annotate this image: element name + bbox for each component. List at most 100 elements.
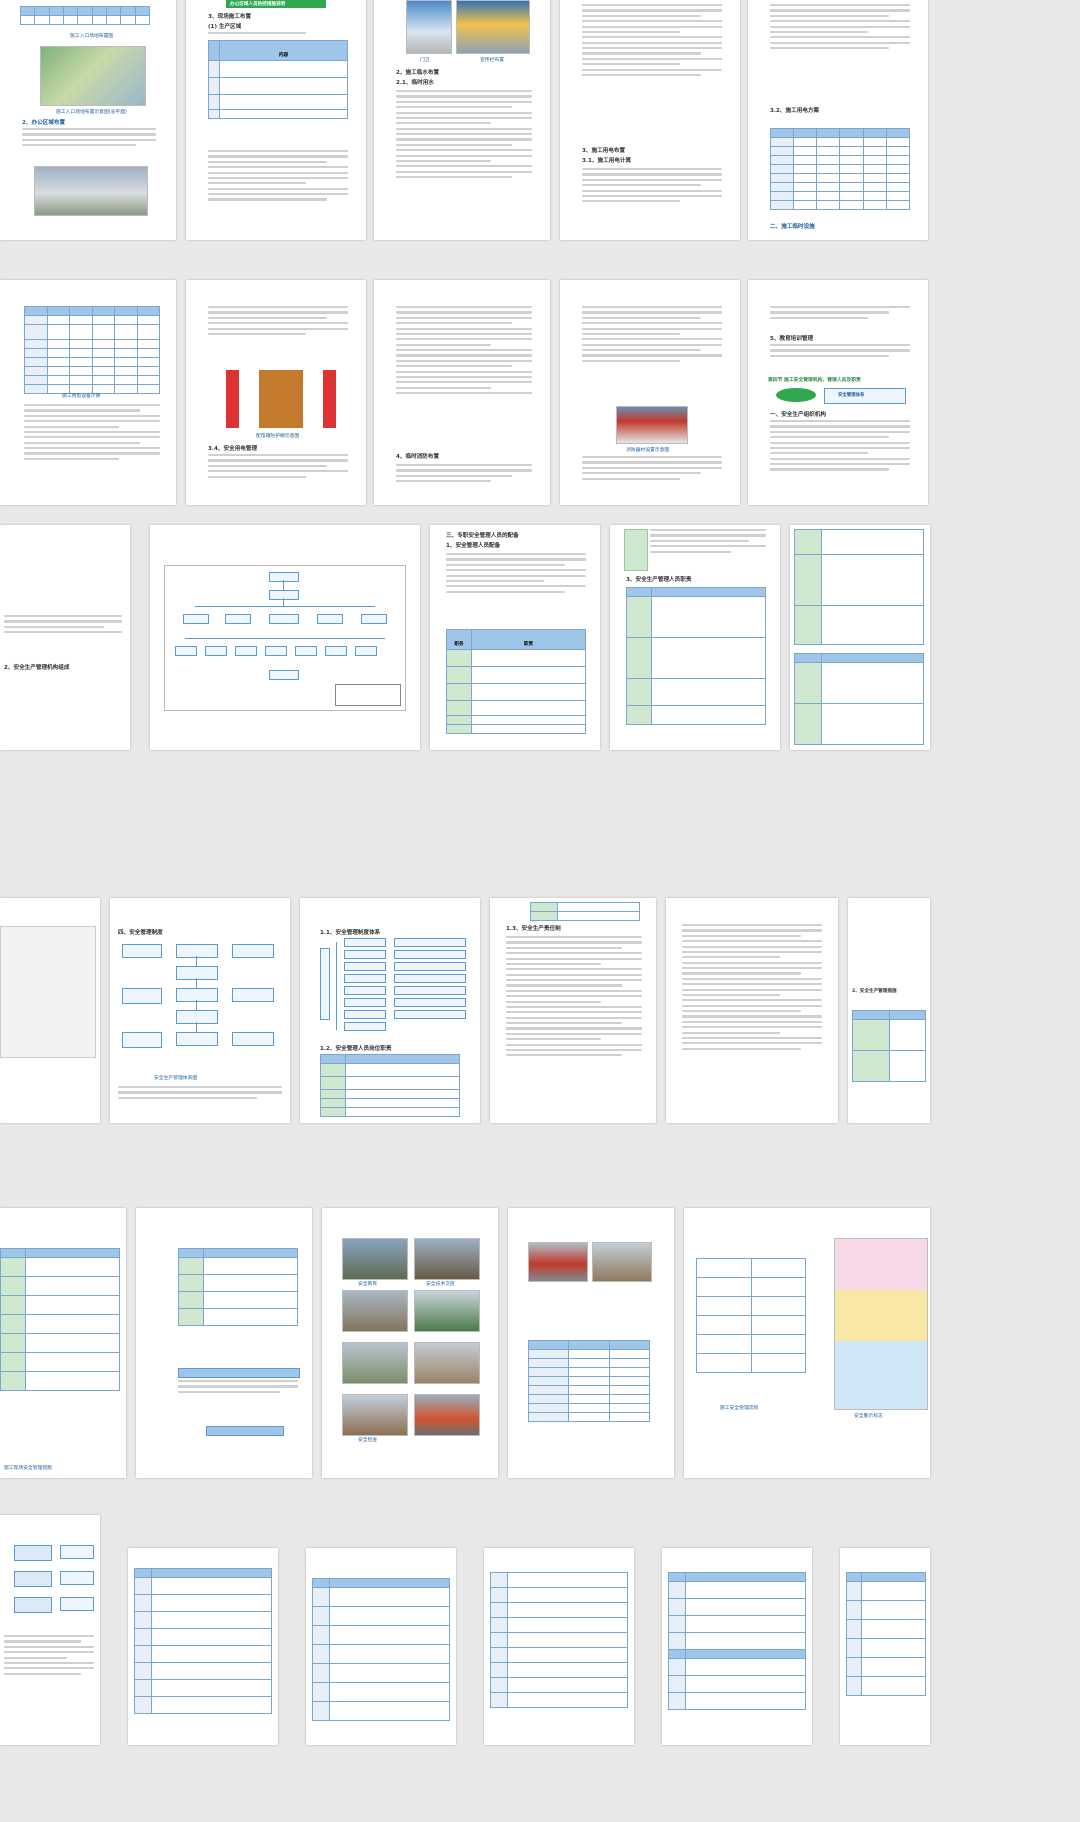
document-page-22: 施工现场安全管理措施 xyxy=(0,1208,126,1478)
flow-box xyxy=(176,944,218,958)
tree-node xyxy=(344,950,386,959)
load-table xyxy=(24,306,160,394)
site-photo xyxy=(414,1238,480,1280)
flow-box xyxy=(14,1545,52,1561)
flow-connector xyxy=(196,1000,197,1010)
page-caption: 宣传栏布置 xyxy=(480,58,504,63)
page-text xyxy=(208,454,348,500)
tree-connector xyxy=(336,942,337,1030)
page-heading: 2、安全生产管理措施 xyxy=(852,989,897,994)
page-text xyxy=(582,456,722,500)
document-page-10: 5、教育培训管理 第四节 施工安全管理机构、管理人员及职责 安全管理体系 一、安… xyxy=(748,280,928,505)
page-heading: 三、专职安全管理人员的配备 xyxy=(446,533,519,539)
page-heading: 3、安全生产管理人员职责 xyxy=(626,577,692,583)
page-caption: 施工现场安全管理措施 xyxy=(4,1466,52,1471)
tree-root xyxy=(320,948,330,1020)
tree-diagram xyxy=(320,938,470,1038)
flow-box xyxy=(14,1597,52,1613)
site-photo xyxy=(342,1290,408,1332)
tree-node xyxy=(344,962,386,971)
list-table xyxy=(846,1572,926,1696)
org-box xyxy=(225,614,251,624)
page-subheading: 二、施工临时设施 xyxy=(770,224,815,230)
page-caption: 安全生产管理体系图 xyxy=(154,1076,198,1081)
document-page-13: 三、专职安全管理人员的配备 1、安全管理人员配备 职务 职责 xyxy=(430,525,600,750)
document-page-19: 1.3、安全生产责任制 xyxy=(490,898,656,1123)
page-heading: 4、临时消防布置 xyxy=(396,454,440,460)
org-connector xyxy=(283,598,284,606)
page-text xyxy=(208,150,348,230)
org-box xyxy=(269,670,299,680)
flow-box xyxy=(60,1597,94,1611)
page-text xyxy=(770,4,910,84)
document-page-8: 4、临时消防布置 xyxy=(374,280,550,505)
flow-box xyxy=(232,1032,274,1046)
org-box xyxy=(269,614,299,624)
page-subheading: 1.2、安全管理人员岗位职责 xyxy=(320,1046,392,1052)
org-box xyxy=(325,646,347,656)
page-text xyxy=(118,1086,282,1120)
page-heading: 3.4、安全用电管理 xyxy=(208,446,258,452)
page-heading: 3.2、施工用电方案 xyxy=(770,108,820,114)
document-page-26: 施工安全管理流程 安全警示标志 xyxy=(684,1208,930,1478)
org-connector xyxy=(185,638,385,639)
page-table xyxy=(19,6,151,25)
flow-chart xyxy=(118,940,282,1070)
list-table xyxy=(134,1568,272,1714)
process-table xyxy=(696,1258,806,1373)
page-text xyxy=(396,464,532,500)
site-photo xyxy=(414,1290,480,1332)
flow-box xyxy=(176,1010,218,1024)
page-text xyxy=(582,4,722,120)
title-block xyxy=(335,684,401,706)
page-caption: 安全技术交底 xyxy=(426,1282,455,1287)
document-page-4: 3、施工用电布置 3.1、施工用电计算 xyxy=(560,0,740,240)
document-page-20 xyxy=(666,898,838,1123)
page-text xyxy=(396,90,532,230)
page-caption: 消防器材设置示意图 xyxy=(626,448,670,453)
page-heading: 3、现场施工布置 xyxy=(208,14,252,20)
page-caption: 安全教育 xyxy=(358,1282,378,1287)
page-text xyxy=(24,404,160,498)
document-page-15 xyxy=(790,525,930,750)
equipment-table xyxy=(769,128,911,210)
distribution-box-shelter-image xyxy=(226,370,336,428)
duty-table xyxy=(794,653,924,745)
tree-leaf xyxy=(394,1010,466,1019)
org-box xyxy=(295,646,317,656)
gray-block xyxy=(0,926,96,1058)
document-page-21: 2、安全生产管理措施 xyxy=(848,898,930,1123)
org-chart xyxy=(164,565,406,711)
document-page-3: 门卫 宣传栏布置 2、施工临水布置 2.1、临时用水 xyxy=(374,0,550,240)
document-page-11: 2、安全生产管理机构组成 xyxy=(0,525,130,750)
org-box xyxy=(269,590,299,600)
duty-table xyxy=(530,902,640,921)
safety-system-box xyxy=(824,388,906,404)
org-box xyxy=(205,646,227,656)
page-caption: 施工入口场地布置示意图(总平面) xyxy=(56,110,127,115)
list-table xyxy=(312,1578,450,1721)
org-box xyxy=(317,614,343,624)
page-text xyxy=(582,306,722,396)
site-photo xyxy=(592,1242,652,1282)
flow-box xyxy=(60,1571,94,1585)
document-page-1: 施工入口场地布置图 施工入口场地布置示意图(总平面) 2、办公区域布置 xyxy=(0,0,176,240)
org-box xyxy=(235,646,257,656)
flow-box xyxy=(60,1545,94,1559)
site-photo xyxy=(414,1342,480,1384)
page-subheading: 1、安全管理人员配备 xyxy=(446,543,501,549)
page-subheading: (1) 生产区域 xyxy=(208,24,242,30)
document-page-18: 1.1、安全管理制度体系 1.2、安全管理人员岗位职责 xyxy=(300,898,480,1123)
flow-box xyxy=(14,1571,52,1587)
site-photo xyxy=(342,1394,408,1436)
page-heading: 2、办公区域布置 xyxy=(22,120,66,126)
duty-table xyxy=(320,1054,460,1117)
fire-equipment-image xyxy=(616,406,688,444)
page-text xyxy=(22,128,156,158)
tree-node xyxy=(344,1022,386,1031)
page-heading: 5、教育培训管理 xyxy=(770,336,814,342)
tree-node xyxy=(344,998,386,1007)
org-connector xyxy=(195,606,375,607)
flow-box xyxy=(232,944,274,958)
org-box xyxy=(265,646,287,656)
